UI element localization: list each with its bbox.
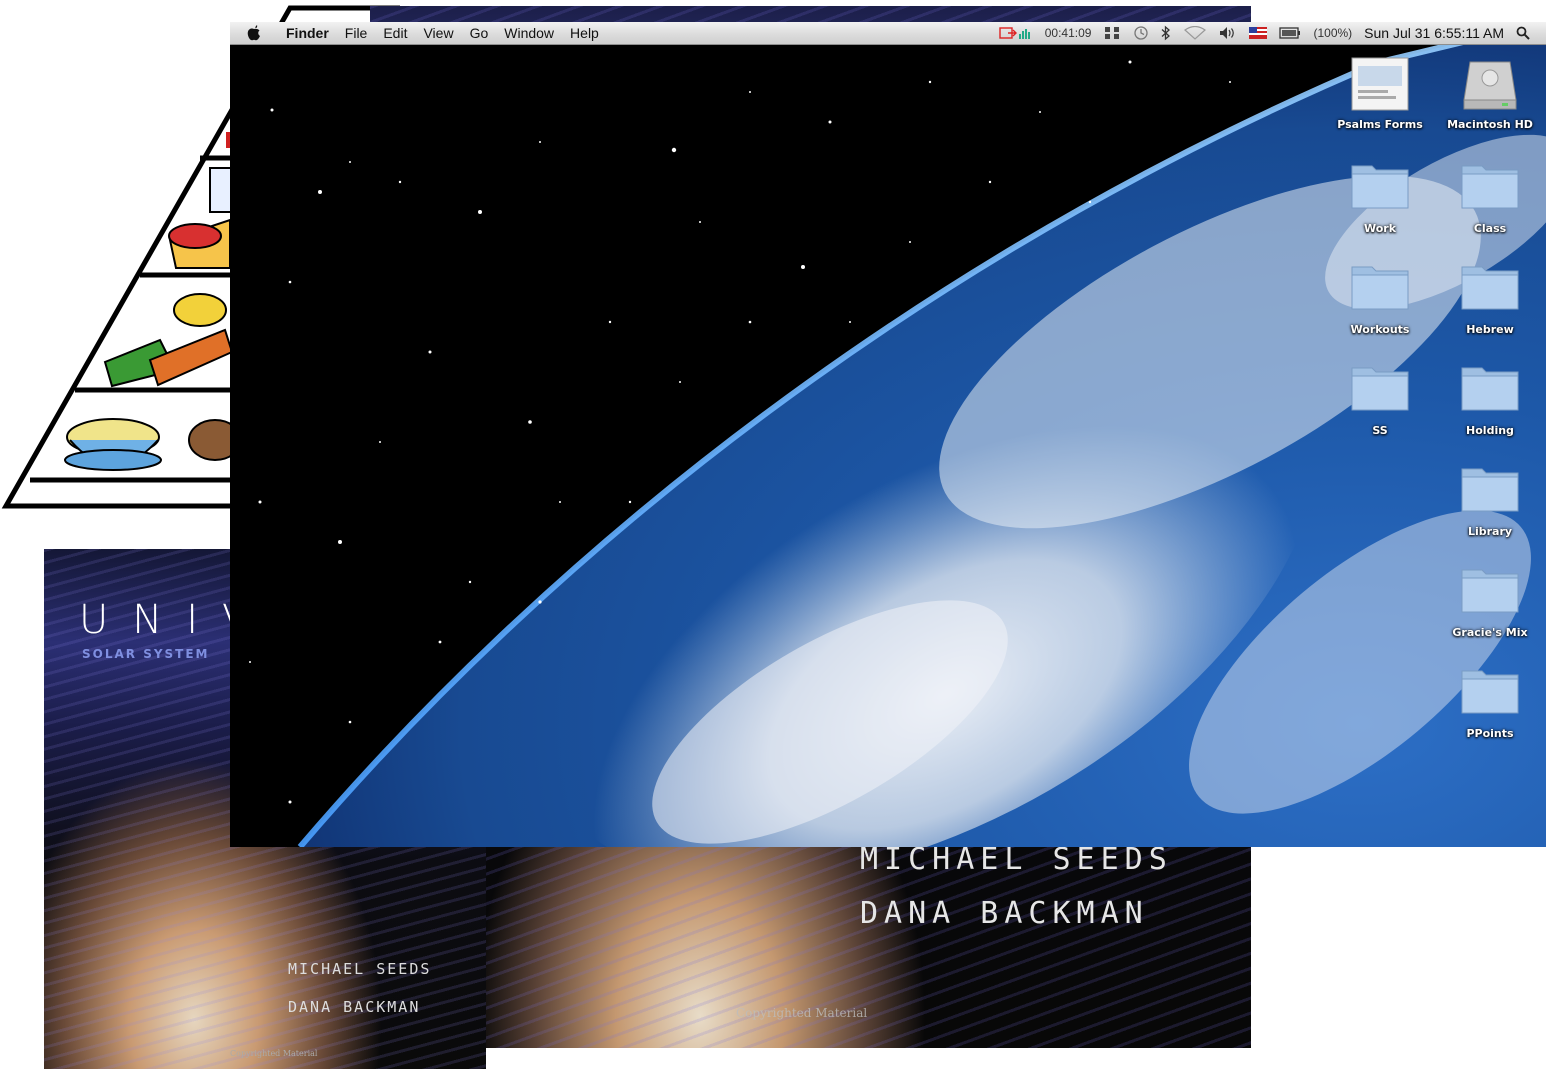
menu-bar: Finder File Edit View Go Window Help 00:… [230,22,1546,45]
menu-window[interactable]: Window [496,22,562,44]
mac-desktop: Finder File Edit View Go Window Help 00:… [230,22,1546,847]
desktop-icon-macintosh-hd[interactable]: Macintosh HD [1440,56,1540,132]
desktop-icon-ppoints[interactable]: PPoints [1440,665,1540,741]
folder-icon [1350,160,1410,216]
document-thumbnail-icon [1350,56,1410,112]
desktop-icon-psalms-forms[interactable]: Psalms Forms [1330,56,1430,132]
desktop-icon-label: SS [1372,424,1388,437]
book-subtitle: SOLAR SYSTEM [82,647,210,661]
desktop-icon-label: Macintosh HD [1447,118,1533,131]
menu-finder[interactable]: Finder [278,22,337,44]
desktop-icon-class[interactable]: Class [1440,160,1540,236]
desktop-icon-label: Gracie's Mix [1452,626,1528,639]
book-copyright: Copyrighted Material [736,1006,868,1020]
menu-extras: 00:41:09 (100%) Sun Jul 31 6:55:11 AM [993,22,1546,44]
folder-icon [1460,665,1520,721]
folder-icon [1460,564,1520,620]
book-author-2: DANA BACKMAN [288,998,421,1016]
desktop-icon-label: Workouts [1350,323,1410,336]
bluetooth-icon[interactable] [1155,25,1177,41]
spaces-icon[interactable] [1097,26,1127,40]
book-author-2: DANA BACKMAN [860,896,1149,931]
desktop-icon-holding[interactable]: Holding [1440,362,1540,438]
folder-icon [1460,362,1520,418]
book-copyright: Copyrighted Material [230,1049,318,1058]
desktop-icon-label: Library [1467,525,1513,538]
time-machine-icon[interactable] [1127,25,1155,41]
desktop-icon-label: Holding [1466,424,1514,437]
menu-file[interactable]: File [337,22,376,44]
menu-go[interactable]: Go [462,22,497,44]
hard-drive-icon [1460,56,1520,112]
activity-monitor-icon[interactable] [993,26,1039,40]
apple-menu-icon[interactable] [230,24,278,42]
folder-icon [1460,160,1520,216]
volume-icon[interactable] [1213,26,1243,40]
input-flag-icon[interactable] [1243,27,1273,39]
book-author-1: MICHAEL SEEDS [860,842,1173,877]
desktop-icon-work[interactable]: Work [1330,160,1430,236]
timer-readout[interactable]: 00:41:09 [1039,22,1098,44]
folder-icon [1460,261,1520,317]
folder-icon [1350,261,1410,317]
book-author-1: MICHAEL SEEDS [288,960,432,978]
desktop-icon-label: PPoints [1466,727,1514,740]
menu-view[interactable]: View [415,22,461,44]
desktop-icon-ss[interactable]: SS [1330,362,1430,438]
battery-percent[interactable]: (100%) [1307,22,1358,44]
menu-edit[interactable]: Edit [375,22,415,44]
folder-icon [1460,463,1520,519]
spotlight-search-icon[interactable] [1510,26,1546,40]
desktop-icon-label: Work [1363,222,1397,235]
clock[interactable]: Sun Jul 31 6:55:11 AM [1358,22,1510,44]
desktop-icon-gracies-mix[interactable]: Gracie's Mix [1440,564,1540,640]
desktop-icon-label: Psalms Forms [1337,118,1423,131]
desktop-icon-workouts[interactable]: Workouts [1330,261,1430,337]
desktop-icon-library[interactable]: Library [1440,463,1540,539]
wifi-icon[interactable] [1177,26,1213,40]
desktop-icon-label: Class [1473,222,1507,235]
battery-icon[interactable] [1273,27,1307,39]
desktop-icon-hebrew[interactable]: Hebrew [1440,261,1540,337]
desktop-icon-label: Hebrew [1466,323,1514,336]
menu-help[interactable]: Help [562,22,607,44]
folder-icon [1350,362,1410,418]
